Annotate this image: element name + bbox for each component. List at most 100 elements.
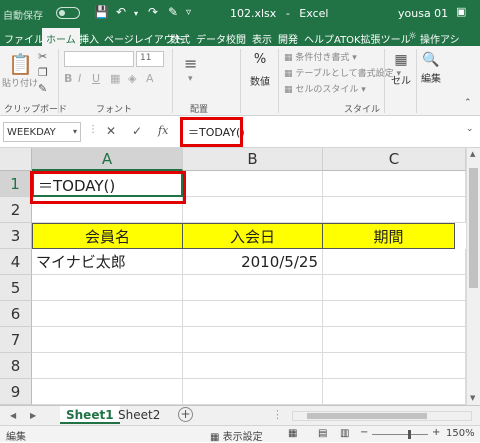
redo-icon[interactable]: ↷: [148, 5, 158, 19]
paste-icon[interactable]: 📋: [8, 52, 33, 76]
cell-b7[interactable]: [183, 327, 323, 353]
collapse-ribbon-icon[interactable]: ⌃: [464, 98, 472, 108]
normal-view-icon[interactable]: ▦: [288, 428, 297, 439]
cell-c1[interactable]: [323, 171, 466, 197]
autosave-toggle[interactable]: [56, 7, 80, 19]
row-header-8[interactable]: 8: [0, 353, 32, 379]
tab-data[interactable]: データ: [196, 31, 226, 46]
bold-icon[interactable]: B: [64, 72, 72, 85]
cell-a7[interactable]: [32, 327, 183, 353]
row-header-1[interactable]: 1: [0, 171, 32, 197]
cell-a6[interactable]: [32, 301, 183, 327]
format-painter-qat-icon[interactable]: ✎: [168, 5, 178, 19]
cell-c8[interactable]: [323, 353, 466, 379]
zoom-level[interactable]: 150%: [446, 428, 475, 439]
cell-b8[interactable]: [183, 353, 323, 379]
lightbulb-icon[interactable]: ☼: [408, 31, 417, 42]
editing-button[interactable]: 🔍 編集: [418, 52, 444, 85]
border-icon[interactable]: ▦: [110, 72, 120, 85]
cell-b6[interactable]: [183, 301, 323, 327]
scroll-up-icon[interactable]: ▲: [470, 150, 475, 158]
cell-b1[interactable]: [183, 171, 323, 197]
row-header-6[interactable]: 6: [0, 301, 32, 327]
column-header-b[interactable]: B: [183, 148, 323, 171]
cut-icon[interactable]: ✂: [38, 50, 47, 63]
cell-styles-button[interactable]: ▦ セルのスタイル ▾: [284, 82, 366, 95]
page-break-view-icon[interactable]: ▥: [340, 428, 349, 439]
row-header-5[interactable]: 5: [0, 275, 32, 301]
fill-color-icon[interactable]: ◈: [128, 72, 136, 85]
undo-icon[interactable]: ↶: [116, 5, 126, 19]
row-header-4[interactable]: 4: [0, 249, 32, 275]
cell-c7[interactable]: [323, 327, 466, 353]
user-name[interactable]: yousa 01: [398, 7, 448, 20]
cancel-icon[interactable]: ✕: [106, 124, 116, 138]
italic-icon[interactable]: I: [78, 72, 81, 85]
zoom-slider-thumb[interactable]: [408, 430, 411, 439]
cell-a4-member-name[interactable]: マイナビ太郎: [32, 249, 183, 275]
cell-b3-join-date-header[interactable]: 入会日: [183, 223, 323, 249]
tab-formulas[interactable]: 数式: [170, 31, 190, 46]
select-all-button[interactable]: [0, 148, 32, 171]
page-layout-view-icon[interactable]: ▤: [318, 428, 327, 439]
tell-me-search[interactable]: 操作アシ: [420, 31, 460, 46]
save-icon[interactable]: 💾: [94, 5, 109, 19]
column-header-c[interactable]: C: [323, 148, 466, 171]
alignment-icon[interactable]: ≡: [184, 54, 197, 73]
scroll-down-icon[interactable]: ▼: [470, 394, 475, 402]
cell-b2[interactable]: [183, 197, 323, 223]
next-sheet-icon[interactable]: ▶: [30, 411, 36, 420]
font-name-select[interactable]: [64, 51, 134, 67]
prev-sheet-icon[interactable]: ◀: [10, 411, 16, 420]
conditional-format-button[interactable]: ▦ 条件付き書式 ▾: [284, 50, 357, 63]
insert-function-icon[interactable]: fx: [158, 124, 168, 137]
tab-review[interactable]: 校閲: [226, 31, 246, 46]
cell-c9[interactable]: [323, 379, 466, 405]
underline-icon[interactable]: U: [92, 72, 100, 85]
font-size-select[interactable]: 11: [136, 51, 164, 67]
cell-a3-member-header[interactable]: 会員名: [32, 223, 183, 249]
cell-c3-period-header[interactable]: 期間: [323, 223, 455, 249]
cell-b9[interactable]: [183, 379, 323, 405]
tab-atok-tools[interactable]: ATOK拡張ツール: [334, 31, 411, 46]
cell-b5[interactable]: [183, 275, 323, 301]
expand-formula-bar-icon[interactable]: ⌄: [466, 124, 474, 134]
sheet-tab-sheet1[interactable]: Sheet1: [60, 406, 120, 424]
sheet-tab-sheet2[interactable]: Sheet2: [112, 406, 166, 424]
cell-c2[interactable]: [323, 197, 466, 223]
number-format-button[interactable]: % 数値: [246, 52, 274, 88]
zoom-in-icon[interactable]: +: [432, 427, 440, 438]
cells-button[interactable]: ▦ セル: [388, 52, 414, 87]
copy-icon[interactable]: ❐: [38, 66, 48, 79]
tab-developer[interactable]: 開発: [278, 31, 298, 46]
zoom-slider[interactable]: [372, 434, 428, 435]
vertical-scrollbar[interactable]: ▲ ▼: [466, 148, 480, 405]
cell-a9[interactable]: [32, 379, 183, 405]
tab-home[interactable]: ホーム: [42, 28, 80, 46]
cell-c5[interactable]: [323, 275, 466, 301]
cell-c4[interactable]: [323, 249, 466, 275]
cell-a5[interactable]: [32, 275, 183, 301]
row-header-9[interactable]: 9: [0, 379, 32, 405]
row-header-7[interactable]: 7: [0, 327, 32, 353]
paste-label[interactable]: 貼り付け: [2, 76, 38, 89]
row-header-3[interactable]: 3: [0, 223, 32, 249]
cell-b4-join-date[interactable]: 2010/5/25: [183, 249, 323, 275]
horizontal-scrollbar[interactable]: [292, 411, 472, 421]
vertical-scroll-thumb[interactable]: [469, 168, 478, 288]
name-box[interactable]: WEEKDAY ▾: [3, 122, 81, 142]
display-settings-button[interactable]: ▦ 表示設定: [210, 428, 263, 443]
tab-view[interactable]: 表示: [252, 31, 272, 46]
undo-dropdown-icon[interactable]: ▾: [134, 9, 138, 18]
cell-c6[interactable]: [323, 301, 466, 327]
horizontal-scroll-thumb[interactable]: [307, 413, 427, 419]
zoom-out-icon[interactable]: −: [360, 427, 368, 438]
column-header-a[interactable]: A: [32, 148, 183, 171]
enter-icon[interactable]: ✓: [132, 124, 142, 138]
font-color-icon[interactable]: A: [146, 72, 154, 85]
tab-help[interactable]: ヘルプ: [304, 31, 334, 46]
tab-splitter-icon[interactable]: ⋮: [272, 408, 283, 421]
customize-qat-icon[interactable]: ▿: [186, 7, 191, 18]
new-sheet-icon[interactable]: +: [178, 407, 193, 422]
alignment-dropdown-icon[interactable]: ▾: [188, 74, 193, 84]
